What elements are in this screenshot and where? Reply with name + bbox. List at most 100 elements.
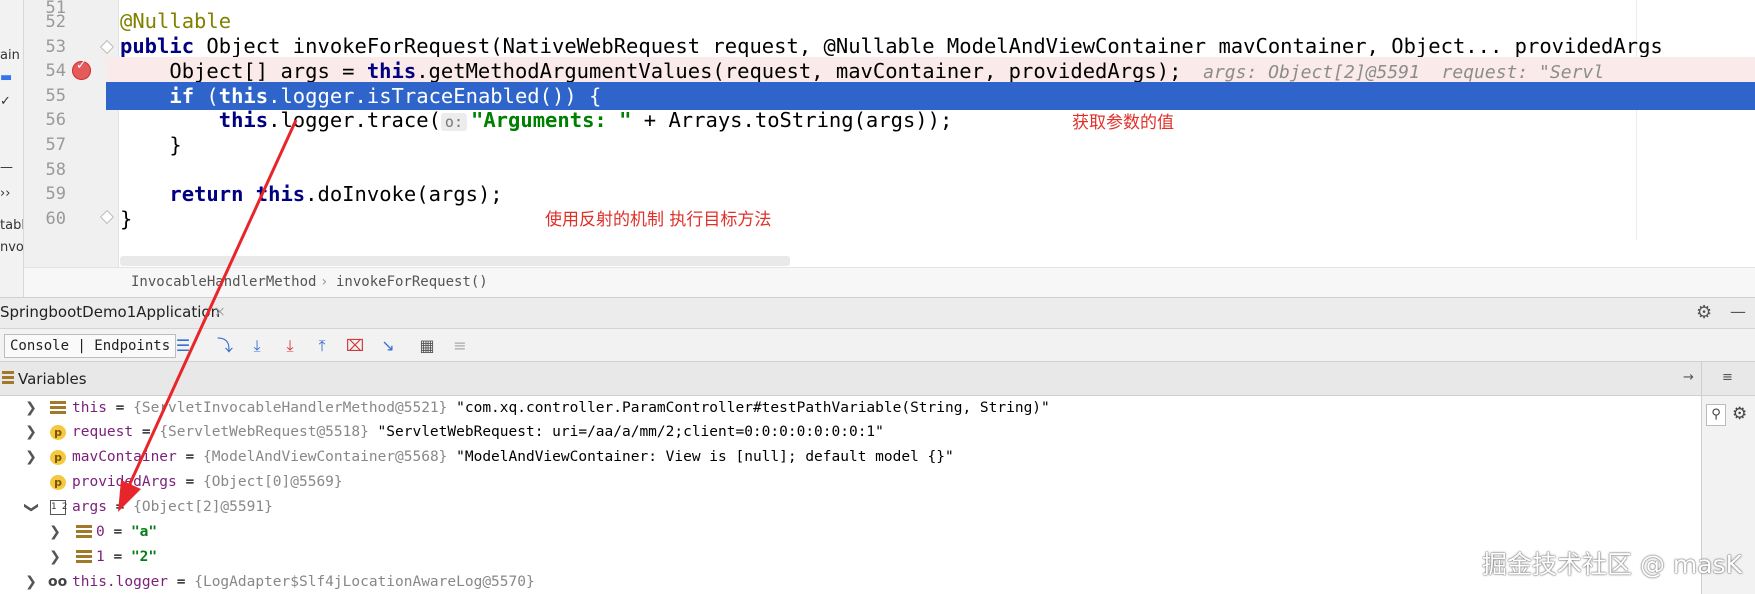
settings-icon[interactable]: ⚙ [1732, 404, 1747, 424]
parameter-icon: p [50, 450, 66, 465]
layout-icon[interactable]: ≡ [1722, 370, 1733, 385]
code-line-60: } [120, 205, 1755, 233]
step-over-icon[interactable]: ⤵ [214, 335, 236, 357]
field-icon [76, 550, 92, 565]
code-text: .logger.trace( [268, 108, 441, 132]
annotation-reflection: 使用反射的机制 执行目标方法 [545, 210, 772, 230]
minimize-icon[interactable]: — [1730, 302, 1746, 321]
editor-gutter[interactable]: 51 52 53 54 55 56 57 58 59 60 ✓ [24, 0, 119, 268]
code-line-52: @Nullable [120, 7, 1755, 35]
collapse-chevron-icon[interactable]: ❯ [19, 501, 44, 515]
move-to-icon[interactable]: → [1683, 370, 1694, 385]
variable-type-id: {ServletInvocableHandlerMethod@5521} [133, 400, 448, 416]
run-to-cursor-icon[interactable]: ↘ [377, 335, 399, 357]
code-text: } [120, 207, 133, 231]
drop-frame-icon[interactable]: ⌧ [344, 335, 366, 357]
step-out-icon[interactable]: ⤒ [311, 335, 333, 357]
variable-name: providedArgs [72, 474, 177, 490]
evaluate-icon[interactable]: ▦ [416, 335, 438, 357]
array-icon: 1 2 [50, 500, 67, 515]
breadcrumb-method[interactable]: invokeForRequest() [336, 274, 488, 290]
line-number: 57 [45, 135, 66, 155]
code-line-59: return this.doInvoke(args); [120, 180, 1755, 208]
string-literal: "Arguments: " [470, 108, 632, 132]
code-text: ( [194, 84, 219, 108]
debug-toolbar: Console | Endpoints ☰ ⤵ ⤓ ⤓ ⤒ ⌧ ↘ ▦ ≡ [0, 329, 1755, 362]
project-tree-fragment: table [0, 218, 23, 233]
code-text: .logger.isTraceEnabled()) { [268, 84, 602, 108]
fold-marker-icon[interactable] [99, 209, 115, 225]
variable-value: "a" [130, 524, 158, 540]
equals: = [133, 424, 160, 440]
variable-value: "ModelAndViewContainer: View is [null]; … [447, 449, 954, 465]
inline-debug-values: args: Object[2]@5591 request: "Servl [1181, 62, 1605, 83]
minus-icon[interactable]: — [0, 160, 13, 175]
force-step-into-icon[interactable]: ⤓ [279, 335, 301, 357]
keyword: if [120, 84, 195, 108]
code-line-53: public Object invokeForRequest(NativeWeb… [120, 32, 1755, 60]
variable-name: request [72, 424, 134, 440]
code-line-54-breakpoint: Object[] args = this.getMethodArgumentVa… [106, 57, 1755, 85]
expand-chevron-icon[interactable]: ❯ [48, 520, 62, 545]
gear-icon[interactable]: ⚙ [1696, 302, 1712, 323]
expand-chevron-icon[interactable]: ❯ [24, 420, 38, 445]
line-number: 59 [45, 184, 66, 204]
expand-chevron-icon[interactable]: ❯ [24, 570, 38, 594]
keyword: this [218, 108, 269, 132]
equals: = [168, 574, 195, 590]
expand-chevron-icon[interactable]: ❯ [48, 545, 62, 570]
keyword: public [120, 34, 195, 58]
variables-icon [2, 371, 14, 385]
variable-value: "ServletWebRequest: uri=/aa/a/mm/2;clien… [368, 424, 884, 440]
run-config-tab[interactable]: SpringbootDemo1Application [0, 303, 220, 321]
expand-chevron-icon[interactable]: ❯ [24, 396, 38, 421]
variable-name: 1 [96, 549, 105, 565]
variable-value: "2" [130, 549, 158, 565]
keyword: this [255, 182, 306, 206]
list-icon[interactable]: ☰ [172, 335, 194, 357]
breadcrumb-class[interactable]: InvocableHandlerMethod [131, 274, 316, 290]
line-number: 56 [45, 110, 66, 130]
parameter-hint: o: [440, 113, 467, 131]
parameter-icon: p [50, 475, 66, 490]
keyword: this [366, 59, 417, 83]
line-number: 54 [45, 61, 66, 81]
variables-header: Variables → [0, 362, 1701, 396]
breadcrumb: InvocableHandlerMethod › invokeForReques… [24, 267, 1755, 297]
keyword: return [169, 182, 244, 206]
expand-chevron-icon[interactable]: ❯ [24, 445, 38, 470]
equals: = [104, 524, 131, 540]
breakpoint-icon[interactable]: ✓ [72, 58, 91, 80]
variable-type-id: {ServletWebRequest@5518} [159, 424, 369, 440]
close-tab-icon[interactable]: × [214, 304, 226, 320]
code-text: Object[] args = [120, 59, 367, 83]
search-icon[interactable]: ⚲ [1706, 404, 1726, 426]
variable-type-id: {Object[2]@5591} [133, 499, 273, 515]
fold-marker-icon[interactable] [99, 39, 115, 55]
variable-value: "com.xq.controller.ParamController#testP… [447, 400, 1050, 416]
equals: = [176, 474, 203, 490]
trace-icon[interactable]: ≡ [449, 335, 471, 357]
variables-tree[interactable]: ❯ this = {ServletInvocableHandlerMethod@… [0, 396, 1701, 594]
editor-horizontal-scrollbar[interactable] [120, 256, 790, 266]
variable-type-id: {LogAdapter$Slf4jLocationAwareLog@5570} [194, 574, 535, 590]
step-into-icon[interactable]: ⤓ [246, 335, 268, 357]
variable-name: this.logger [72, 574, 169, 590]
console-endpoints-tab[interactable]: Console | Endpoints [4, 334, 177, 358]
parameter-icon: p [50, 425, 66, 440]
watermark: 掘金技术社区 @ masK [1482, 550, 1742, 579]
expand-icon[interactable]: ›› [0, 186, 10, 201]
equals: = [176, 449, 203, 465]
project-tree-fragment: nvo [0, 240, 24, 255]
breadcrumb-separator: › [320, 274, 329, 290]
field-icon [50, 401, 66, 416]
code-text: .doInvoke(args); [305, 182, 503, 206]
code-text: Object invokeForRequest(NativeWebRequest… [194, 34, 1663, 58]
code-line-57: } [120, 131, 1755, 159]
line-number: 60 [45, 209, 66, 229]
folder-icon: ▬ [0, 70, 13, 85]
code-editor[interactable]: 51 52 53 54 55 56 57 58 59 60 ✓ @Nullabl… [24, 0, 1755, 268]
variable-name: args [72, 499, 107, 515]
